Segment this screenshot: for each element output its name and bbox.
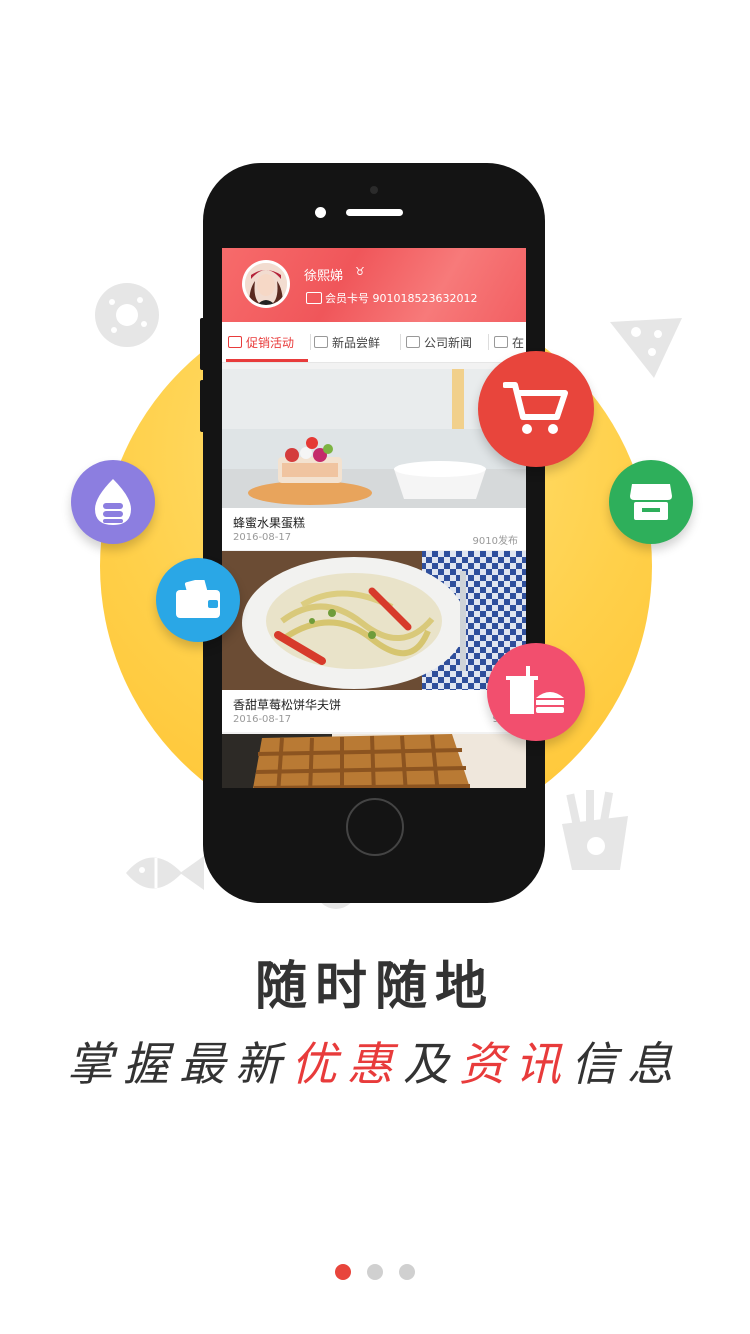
phone-screen: 徐熙娣 ♉ 会员卡号 901018523632012 促销活动 新品尝鲜 公司新… xyxy=(222,248,526,788)
tab-bar: 促销活动 新品尝鲜 公司新闻 在 xyxy=(222,322,526,363)
tab-divider xyxy=(310,334,311,350)
tab-label: 在 xyxy=(512,335,525,350)
subtitle-text: 及 xyxy=(403,1037,459,1091)
page-dot-3[interactable] xyxy=(399,1264,415,1280)
tab-label: 促销活动 xyxy=(246,335,295,350)
subtitle-text: 信息 xyxy=(571,1037,683,1091)
basket-icon xyxy=(228,336,242,348)
post-image[interactable] xyxy=(222,551,526,690)
page-dot-2[interactable] xyxy=(367,1264,383,1280)
subtitle-highlight: 资讯 xyxy=(459,1037,571,1091)
member-card-icon xyxy=(306,292,322,304)
newspaper-icon xyxy=(406,336,420,348)
phone-sensor xyxy=(315,207,326,218)
page-indicator xyxy=(0,1264,750,1280)
post-card[interactable]: 香甜草莓松饼华夫饼 2016-08-17 9010 xyxy=(222,690,526,732)
member-card-value: 901018523632012 xyxy=(372,292,478,305)
fries-icon xyxy=(556,790,634,872)
tab-label: 新品尝鲜 xyxy=(332,335,381,350)
fastfood-icon xyxy=(487,643,585,741)
subtitle: 掌握最新优惠及资讯信息 xyxy=(0,1028,750,1094)
post-publisher: 9010发布 xyxy=(472,536,518,547)
cart-icon xyxy=(478,351,594,467)
donut-icon xyxy=(92,280,162,350)
pizza-icon xyxy=(606,312,686,382)
phone-speaker xyxy=(346,209,403,216)
store-icon xyxy=(609,460,693,544)
member-card-number: 会员卡号 901018523632012 xyxy=(325,290,477,306)
active-tab-indicator xyxy=(226,359,308,362)
post-card[interactable]: 蜂蜜水果蛋糕 2016-08-17 9010发布 xyxy=(222,508,526,550)
store-small-icon xyxy=(494,336,508,348)
post-date: 2016-08-17 xyxy=(233,714,292,725)
post-title: 蜂蜜水果蛋糕 xyxy=(233,516,306,530)
tab-divider xyxy=(488,334,489,350)
coins-icon xyxy=(71,460,155,544)
medal-icon: ♉ xyxy=(355,265,365,278)
post-title: 香甜草莓松饼华夫饼 xyxy=(233,698,342,712)
user-name: 徐熙娣 xyxy=(304,269,344,284)
member-card-label: 会员卡号 xyxy=(325,292,369,305)
tab-company-news[interactable]: 公司新闻 xyxy=(406,322,472,362)
tab-label: 公司新闻 xyxy=(424,335,473,350)
post-date: 2016-08-17 xyxy=(233,532,292,543)
phone-home-button xyxy=(346,798,404,856)
profile-header: 徐熙娣 ♉ 会员卡号 901018523632012 xyxy=(222,248,526,322)
headline: 随时随地 xyxy=(254,956,495,1017)
tab-divider xyxy=(400,334,401,350)
subtitle-text: 掌握最新 xyxy=(67,1037,291,1091)
subtitle-highlight: 优惠 xyxy=(291,1037,403,1091)
page-dot-1[interactable] xyxy=(335,1264,351,1280)
fish-icon xyxy=(122,842,206,904)
phone-camera xyxy=(370,186,378,194)
new-badge-icon xyxy=(314,336,328,348)
post-image[interactable] xyxy=(222,734,526,788)
wallet-icon xyxy=(156,558,240,642)
avatar-image xyxy=(245,263,287,305)
tab-new-products[interactable]: 新品尝鲜 xyxy=(314,322,380,362)
tab-promotions[interactable]: 促销活动 xyxy=(228,322,294,362)
